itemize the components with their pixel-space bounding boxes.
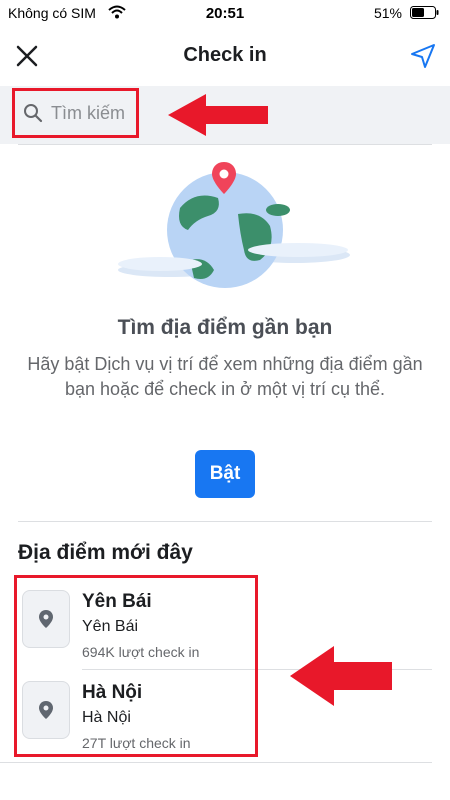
- nav-bar: Check in: [0, 26, 450, 86]
- divider: [0, 762, 432, 763]
- enable-location-button[interactable]: Bật: [195, 450, 255, 498]
- page-title: Check in: [183, 44, 267, 66]
- location-arrow-icon: [411, 44, 435, 68]
- section-title: Địa điểm mới đây: [18, 541, 193, 564]
- status-bar: Không có SIM 20:51 51%: [0, 0, 450, 26]
- search-placeholder: Tìm kiếm: [51, 102, 125, 123]
- annotation-highlight-box: [14, 575, 258, 757]
- globe-illustration: [118, 162, 350, 288]
- divider: [18, 144, 432, 145]
- battery-icon: [410, 6, 440, 19]
- search-icon: [24, 104, 43, 123]
- empty-state-title: Tìm địa điểm gần bạn: [117, 316, 333, 339]
- search-bar: Tìm kiếm: [0, 86, 450, 144]
- location-arrow-button[interactable]: [408, 41, 438, 71]
- divider: [18, 521, 432, 522]
- search-input[interactable]: Tìm kiếm: [12, 88, 139, 138]
- empty-state-description: Hãy bật Dịch vụ vị trí để xem những địa …: [27, 354, 423, 399]
- battery-percent: 51%: [373, 5, 402, 21]
- annotation-arrow-icon: [290, 646, 392, 706]
- annotation-arrow-icon: [168, 94, 268, 136]
